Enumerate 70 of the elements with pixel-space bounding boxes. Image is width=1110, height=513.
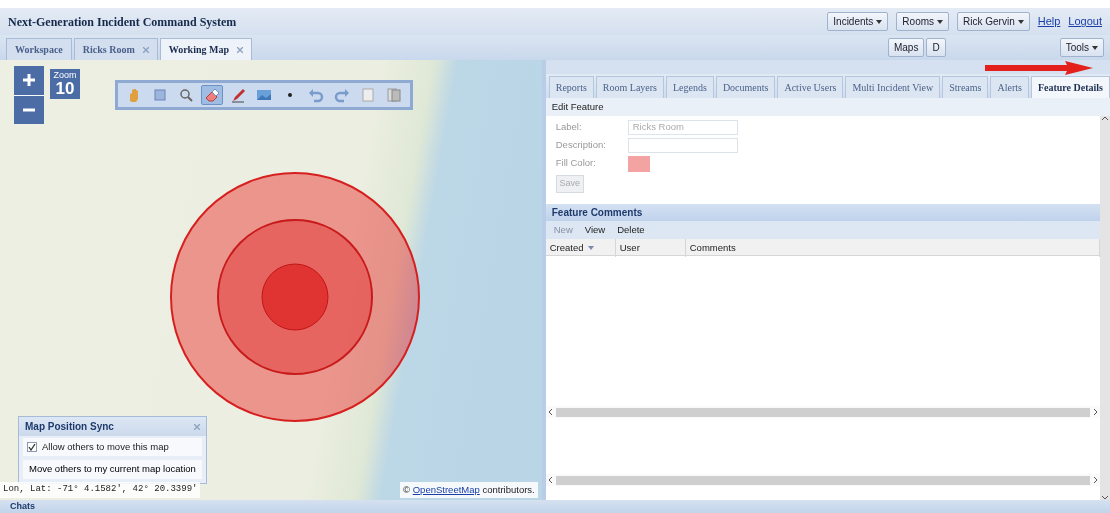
- pages-icon: [386, 87, 402, 103]
- zoom-level: 10: [54, 80, 76, 98]
- square-icon: [152, 87, 168, 103]
- zoom-label: Zoom: [52, 70, 78, 80]
- panel-tab[interactable]: Alerts: [990, 76, 1029, 98]
- workspace-tab[interactable]: Ricks Room: [73, 38, 158, 60]
- panel-tab[interactable]: Streams: [942, 76, 989, 98]
- field-label: Label:: [555, 120, 583, 134]
- menu-button[interactable]: Incidents: [827, 12, 889, 31]
- undo-icon: [308, 87, 324, 103]
- section-title: Feature Comments: [551, 206, 643, 220]
- close-icon[interactable]: [237, 46, 244, 53]
- panel-tab[interactable]: Documents: [715, 76, 776, 98]
- column-header[interactable]: User: [615, 239, 686, 258]
- chevron-right-icon: [1093, 476, 1098, 484]
- color-swatch[interactable]: [627, 156, 650, 172]
- checkbox-label: Allow others to move this map: [42, 440, 169, 454]
- panel-tab[interactable]: Room Layers: [595, 76, 664, 98]
- plus-icon: [22, 73, 36, 88]
- workspace-tab[interactable]: Working Map: [159, 38, 253, 60]
- move-others-button[interactable]: Move others to my current map location: [23, 460, 202, 479]
- toolbar-button[interactable]: Tools: [1059, 38, 1104, 58]
- chat-bar-title: Chats: [10, 501, 35, 511]
- panel-tab[interactable]: Legends: [666, 76, 714, 98]
- caret-icon: [1092, 45, 1098, 50]
- header-link[interactable]: Help: [1037, 13, 1061, 30]
- attribution-text: © OpenStreetMap contributors.: [400, 482, 538, 499]
- redo-icon: [334, 87, 350, 103]
- chevron-down-icon: [1101, 495, 1109, 500]
- caret-icon: [876, 19, 883, 24]
- coordinates-readout: Lon, Lat: -71° 4.1582', 42° 20.3399': [0, 482, 201, 498]
- panel-tab[interactable]: Multi Incident View: [845, 76, 941, 98]
- chevron-left-icon: [547, 476, 553, 484]
- close-icon[interactable]: [142, 46, 149, 53]
- map-tool-button[interactable]: [201, 85, 223, 105]
- panel-tab[interactable]: Reports: [548, 76, 594, 98]
- page-icon: [360, 87, 376, 103]
- pencil-icon: [230, 87, 246, 103]
- checkbox[interactable]: [27, 442, 37, 453]
- section-label: Edit Feature: [551, 99, 604, 114]
- action-button[interactable]: View: [584, 222, 606, 238]
- horizontal-scrollbar[interactable]: [545, 474, 1100, 486]
- chevron-right-icon: [1093, 408, 1098, 416]
- caret-icon: [937, 19, 944, 24]
- app-title: Next-Generation Incident Command System: [8, 13, 237, 31]
- panel-tab[interactable]: Active Users: [777, 76, 844, 98]
- column-header[interactable]: Created: [545, 239, 616, 258]
- toolbar-button[interactable]: D: [926, 38, 946, 58]
- field-label: Description:: [555, 138, 607, 152]
- menu-button[interactable]: Rooms: [896, 12, 950, 31]
- close-icon[interactable]: [193, 423, 200, 430]
- checkmark-icon: [28, 443, 36, 452]
- action-button[interactable]: Delete: [617, 222, 645, 238]
- panel-tab[interactable]: Feature Details: [1030, 76, 1110, 98]
- menu-button[interactable]: Rick Gervin: [957, 12, 1030, 31]
- vertical-scrollbar[interactable]: [1100, 116, 1110, 500]
- image-icon: [256, 87, 272, 103]
- field-label: Fill Color:: [555, 156, 597, 170]
- chevron-left-icon: [547, 408, 553, 416]
- caret-icon: [1017, 19, 1024, 24]
- eraser-icon: [204, 87, 220, 103]
- toolbar-button[interactable]: Maps: [887, 38, 925, 58]
- workspace-tab[interactable]: Workspace: [6, 38, 72, 60]
- chevron-up-icon: [1101, 116, 1109, 121]
- horizontal-scrollbar[interactable]: [545, 406, 1100, 418]
- magnifier-icon: [178, 87, 194, 103]
- description-input[interactable]: [627, 138, 738, 153]
- attribution-link[interactable]: OpenStreetMap: [412, 484, 480, 495]
- panel-title: Map Position Sync: [25, 420, 114, 434]
- header-link[interactable]: Logout: [1068, 13, 1102, 30]
